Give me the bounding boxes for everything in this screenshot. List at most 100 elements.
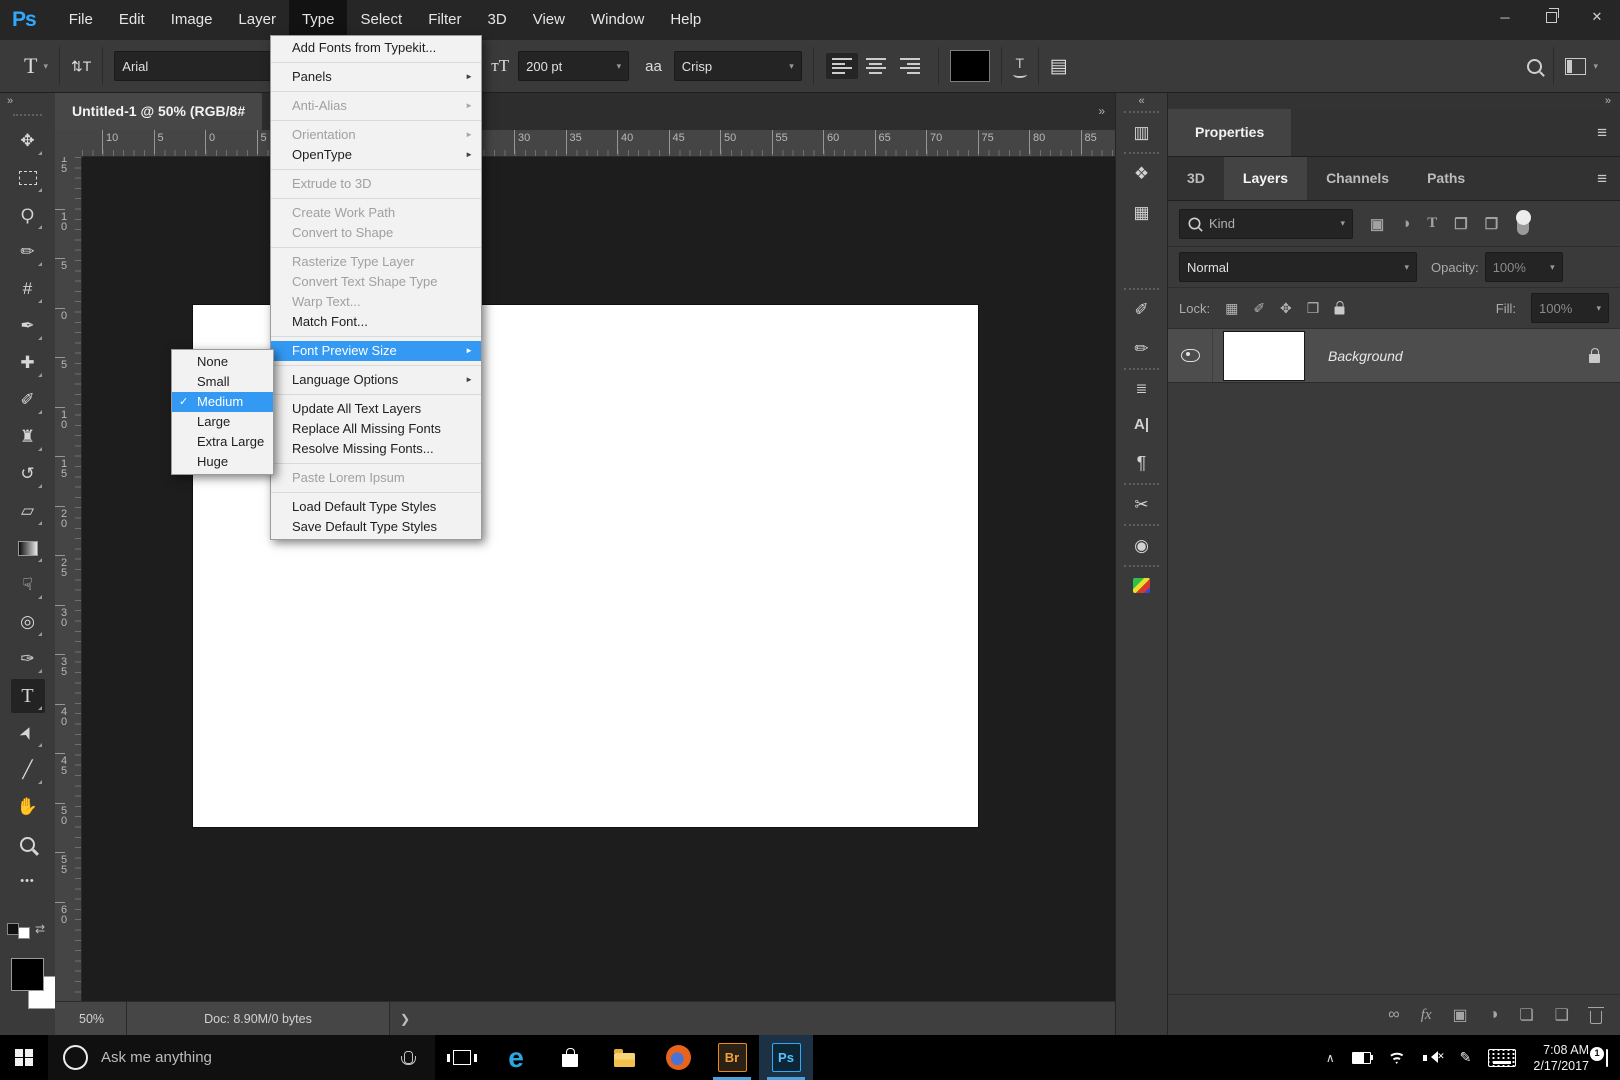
touch-keyboard-icon[interactable] <box>1488 1048 1517 1067</box>
swatches-panel-icon[interactable]: ▦ <box>1133 204 1149 221</box>
menu-item-panels[interactable]: Panels ► <box>271 67 481 87</box>
new-layer-icon[interactable]: ❑ <box>1555 1005 1569 1025</box>
lock-transparent-pixels-icon[interactable]: ▦ <box>1225 300 1238 317</box>
menu-edit[interactable]: Edit <box>106 0 158 40</box>
align-center-button[interactable] <box>860 53 892 79</box>
hand-tool[interactable]: ✋ <box>11 790 45 824</box>
action-center-button[interactable]: 1 <box>1590 1046 1608 1067</box>
taskbar-clock[interactable]: 7:08 AM 2/17/2017 <box>1533 1042 1589 1074</box>
clone-stamp-tool[interactable]: ♜ <box>11 420 45 454</box>
opacity-field[interactable]: 100% ▾ <box>1484 252 1563 282</box>
filter-toggle-switch[interactable] <box>1515 210 1531 235</box>
tab-layers[interactable]: Layers <box>1223 157 1308 200</box>
menu-help[interactable]: Help <box>657 0 714 40</box>
creative-cloud-panel-icon[interactable]: ◉ <box>1134 537 1149 554</box>
document-tab[interactable]: Untitled-1 @ 50% (RGB/8# <box>55 92 263 130</box>
swap-colors-icon[interactable]: ⇄ <box>35 922 45 936</box>
panel-menu-icon[interactable]: ≡ <box>1597 169 1607 189</box>
eraser-tool[interactable]: ▱ <box>11 494 45 528</box>
taskbar-file-explorer[interactable] <box>597 1035 651 1080</box>
submenu-item-small[interactable]: Small <box>172 372 273 392</box>
lasso-tool[interactable]: Ϙ <box>11 198 45 232</box>
libraries-panel-icon[interactable] <box>1133 578 1150 593</box>
type-tool[interactable]: T <box>10 679 45 713</box>
task-view-button[interactable] <box>435 1035 489 1080</box>
menu-item-replace-all-missing-fonts[interactable]: Replace All Missing Fonts <box>271 419 481 439</box>
adjustment-layer-icon[interactable]: ◑ <box>1489 1006 1499 1024</box>
brush-tool[interactable]: ✐ <box>11 383 45 417</box>
brush-settings-panel-icon[interactable]: ✏ <box>1134 340 1148 357</box>
menu-item-language-options[interactable]: Language Options ► <box>271 370 481 390</box>
edit-toolbar-button[interactable]: ••• <box>11 864 45 898</box>
zoom-level-field[interactable]: 50% <box>55 1002 127 1035</box>
path-selection-tool[interactable]: ➤ <box>11 716 45 750</box>
hidden-icons-chevron[interactable]: ∧ <box>1326 1051 1335 1065</box>
crop-tool[interactable]: # <box>11 272 45 306</box>
color-panel-icon[interactable]: ❖ <box>1134 165 1149 182</box>
properties-panel-icon[interactable]: ▥ <box>1133 124 1149 141</box>
menu-select[interactable]: Select <box>347 0 415 40</box>
panel-grip[interactable] <box>13 114 42 116</box>
menu-item-add-fonts-from-typekit[interactable]: Add Fonts from Typekit... <box>271 38 481 58</box>
menu-view[interactable]: View <box>520 0 578 40</box>
layer-thumbnail[interactable] <box>1223 330 1305 381</box>
menu-item-match-font[interactable]: Match Font... <box>271 312 481 332</box>
tab-properties[interactable]: Properties <box>1168 109 1292 156</box>
filter-pixel-layers-icon[interactable]: ▣ <box>1370 215 1384 233</box>
expand-tools-button[interactable]: » <box>0 92 55 111</box>
warp-text-button[interactable]: T <box>1012 55 1027 78</box>
delete-layer-icon[interactable] <box>1588 1006 1604 1024</box>
battery-icon[interactable] <box>1351 1051 1374 1064</box>
scissors-panel-icon[interactable]: ✂ <box>1134 496 1148 513</box>
submenu-item-large[interactable]: Large <box>172 412 273 432</box>
filter-type-layers-icon[interactable]: T <box>1427 215 1437 232</box>
taskbar-bridge[interactable]: Br <box>705 1035 759 1080</box>
menu-item-font-preview-size[interactable]: Font Preview Size ► <box>271 341 481 361</box>
filter-smart-objects-icon[interactable]: ❐ <box>1485 215 1498 233</box>
default-colors-control[interactable]: ⇄ <box>7 919 45 939</box>
cortana-search-box[interactable]: Ask me anything <box>48 1035 435 1080</box>
tab-bar-expand-icon[interactable]: » <box>1088 92 1115 130</box>
lock-image-pixels-icon[interactable]: ✐ <box>1253 300 1265 317</box>
menu-layer[interactable]: Layer <box>225 0 289 40</box>
smudge-tool[interactable]: ☟ <box>11 568 45 602</box>
text-color-swatch[interactable] <box>949 50 990 82</box>
menu-item-load-default-type-styles[interactable]: Load Default Type Styles <box>271 497 481 517</box>
layer-name[interactable]: Background <box>1328 348 1589 364</box>
menu-type[interactable]: Type <box>288 0 348 40</box>
link-layers-icon[interactable]: ∞ <box>1388 1006 1399 1024</box>
font-size-select[interactable]: 200 pt ▾ <box>518 51 630 81</box>
menu-item-resolve-missing-fonts[interactable]: Resolve Missing Fonts... <box>271 439 481 459</box>
line-tool[interactable]: ╱ <box>11 753 45 787</box>
layer-comps-panel-icon[interactable]: ≣ <box>1136 381 1148 395</box>
restore-button[interactable] <box>1528 0 1574 34</box>
status-expand-icon[interactable]: ❯ <box>390 1002 420 1035</box>
lock-artboard-icon[interactable]: ❒ <box>1307 300 1320 317</box>
move-tool[interactable]: ✥ <box>11 124 45 158</box>
menu-window[interactable]: Window <box>578 0 657 40</box>
layer-visibility-toggle[interactable] <box>1168 329 1213 382</box>
panel-menu-icon[interactable]: ≡ <box>1597 123 1607 143</box>
history-brush-tool[interactable]: ↺ <box>11 457 45 491</box>
taskbar-edge[interactable]: e <box>489 1035 543 1080</box>
start-button[interactable] <box>0 1035 48 1080</box>
toggle-panels-icon[interactable]: ▤ <box>1050 55 1068 78</box>
paragraph-panel-icon[interactable]: ¶ <box>1137 454 1147 472</box>
layer-row-background[interactable]: Background <box>1168 329 1620 383</box>
zoom-tool[interactable] <box>11 827 45 861</box>
microphone-icon[interactable] <box>401 1051 416 1065</box>
lock-position-icon[interactable]: ✥ <box>1280 300 1292 317</box>
pen-tool[interactable]: ✑ <box>11 642 45 676</box>
blend-mode-select[interactable]: Normal ▾ <box>1179 252 1417 282</box>
submenu-item-extra-large[interactable]: Extra Large <box>172 432 273 452</box>
menu-filter[interactable]: Filter <box>415 0 474 40</box>
tool-preset-picker[interactable]: T ▾ <box>24 53 48 79</box>
menu-item-update-all-text-layers[interactable]: Update All Text Layers <box>271 399 481 419</box>
tab-paths[interactable]: Paths <box>1408 157 1484 200</box>
menu-item-save-default-type-styles[interactable]: Save Default Type Styles <box>271 517 481 537</box>
kind-filter-select[interactable]: Kind ▾ <box>1179 208 1353 239</box>
filter-shape-layers-icon[interactable]: ❒ <box>1454 215 1467 233</box>
volume-muted-icon[interactable]: ✕ <box>1422 1051 1445 1064</box>
lock-all-icon[interactable] <box>1334 301 1345 315</box>
menu-file[interactable]: File <box>56 0 106 40</box>
